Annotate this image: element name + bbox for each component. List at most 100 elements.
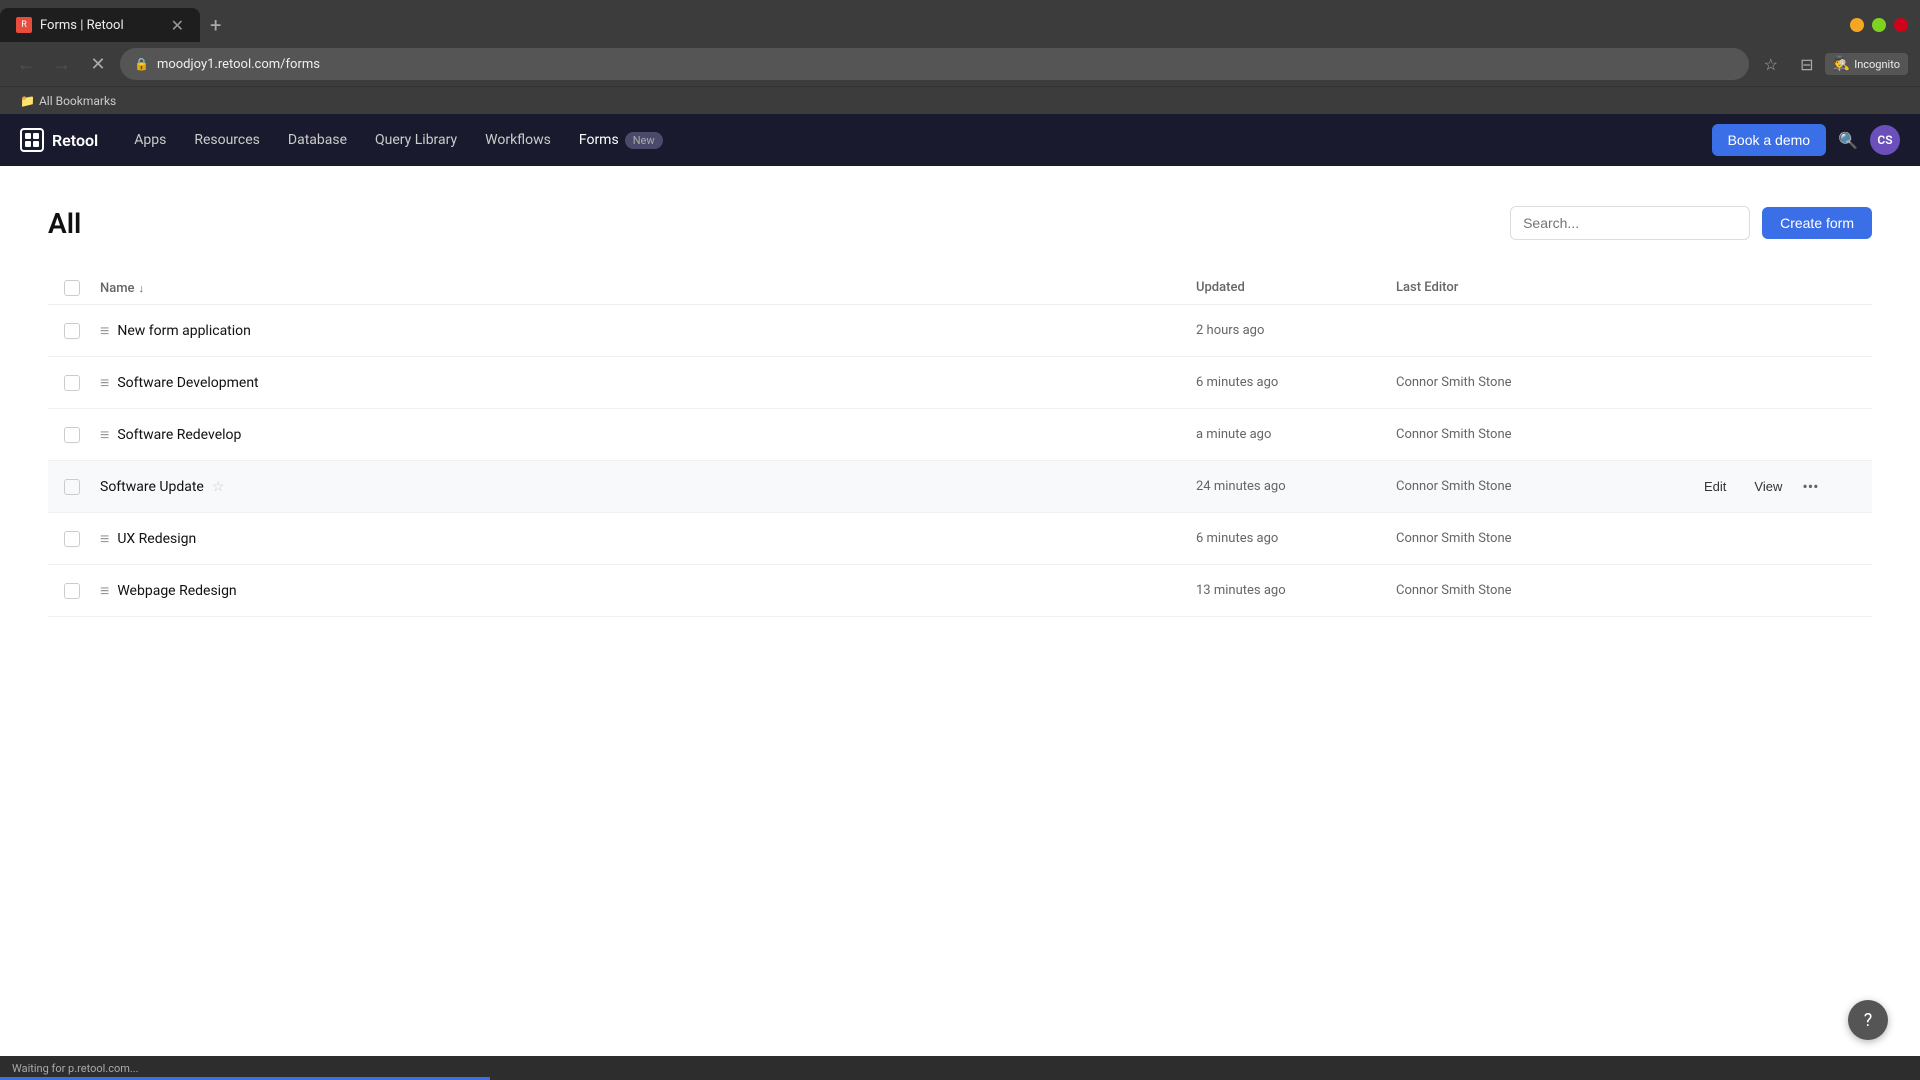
reload-button[interactable]: ✕	[84, 50, 112, 78]
status-text: Waiting for p.retool.com...	[12, 1062, 139, 1075]
forward-button[interactable]: →	[48, 50, 76, 78]
nav-database[interactable]: Database	[276, 126, 359, 154]
main-content: All Create form Name ↓ Updated Last Edit…	[0, 166, 1920, 657]
row-checkbox[interactable]	[64, 531, 80, 547]
restore-button[interactable]: □	[1872, 18, 1886, 32]
incognito-badge: 🕵 Incognito	[1825, 53, 1908, 75]
logo-text: Retool	[52, 131, 98, 150]
tab-title: Forms | Retool	[40, 18, 124, 33]
row-checkbox-cell	[64, 323, 100, 339]
last-editor-column-header: Last Editor	[1396, 280, 1696, 296]
form-name-text: UX Redesign	[117, 531, 196, 547]
forms-table: Name ↓ Updated Last Editor ≡ New form ap…	[48, 272, 1872, 617]
row-checkbox[interactable]	[64, 479, 80, 495]
name-column-header[interactable]: Name ↓	[100, 280, 1196, 296]
form-name-text: Software Development	[117, 375, 258, 391]
row-checkbox[interactable]	[64, 323, 80, 339]
address-bar[interactable]: 🔒 moodjoy1.retool.com/forms	[120, 48, 1749, 80]
row-checkbox-cell	[64, 583, 100, 599]
tab-close-button[interactable]: ✕	[171, 16, 184, 35]
form-name-cell: ≡ UX Redesign	[100, 529, 1196, 549]
updated-column-header: Updated	[1196, 280, 1396, 296]
create-form-button[interactable]: Create form	[1762, 207, 1872, 239]
retool-logo[interactable]: Retool	[20, 128, 98, 152]
close-button[interactable]: ✕	[1894, 18, 1908, 32]
header-right: Book a demo 🔍 CS	[1712, 124, 1900, 156]
help-button[interactable]: ?	[1848, 1000, 1888, 1040]
bookmark-button[interactable]: ☆	[1757, 50, 1785, 78]
browser-tabs: R Forms | Retool ✕ + — □ ✕	[0, 0, 1920, 42]
form-list-icon: ≡	[100, 321, 109, 341]
header-actions: Create form	[1510, 206, 1872, 240]
new-tab-button[interactable]: +	[200, 13, 231, 37]
table-row[interactable]: ≡ New form application 2 hours ago	[48, 305, 1872, 357]
tab-favicon: R	[16, 17, 32, 33]
form-name-text: Software Redevelop	[117, 427, 241, 443]
more-options-button[interactable]: •••	[1802, 477, 1818, 496]
table-row[interactable]: ≡ Software Redevelop a minute ago Connor…	[48, 409, 1872, 461]
url-text: moodjoy1.retool.com/forms	[157, 57, 1735, 72]
name-column-label: Name	[100, 281, 135, 296]
row-actions: Edit View •••	[1696, 475, 1856, 498]
lock-icon: 🔒	[134, 57, 149, 71]
browser-extensions: ⊟ 🕵 Incognito	[1793, 50, 1908, 78]
form-name-cell: ≡ New form application	[100, 321, 1196, 341]
main-navigation: Apps Resources Database Query Library Wo…	[122, 126, 1687, 155]
form-list-icon: ≡	[100, 581, 109, 601]
select-all-checkbox[interactable]	[64, 280, 80, 296]
last-editor: Connor Smith Stone	[1396, 479, 1696, 494]
form-name-cell: Software Update ☆	[100, 479, 1196, 495]
updated-time: 13 minutes ago	[1196, 583, 1396, 598]
updated-time: 24 minutes ago	[1196, 479, 1396, 494]
minimize-button[interactable]: —	[1850, 18, 1864, 32]
updated-time: 6 minutes ago	[1196, 531, 1396, 546]
row-checkbox[interactable]	[64, 427, 80, 443]
last-editor: Connor Smith Stone	[1396, 427, 1696, 442]
logo-icon	[20, 128, 44, 152]
edit-button[interactable]: Edit	[1696, 475, 1734, 498]
star-icon[interactable]: ☆	[212, 479, 225, 495]
form-list-icon: ≡	[100, 529, 109, 549]
page-title: All	[48, 207, 81, 240]
browser-toolbar: ← → ✕ 🔒 moodjoy1.retool.com/forms ☆ ⊟ 🕵 …	[0, 42, 1920, 86]
table-row[interactable]: ≡ Software Development 6 minutes ago Con…	[48, 357, 1872, 409]
view-button[interactable]: View	[1746, 475, 1790, 498]
table-row[interactable]: ≡ UX Redesign 6 minutes ago Connor Smith…	[48, 513, 1872, 565]
window-controls: — □ ✕	[1850, 18, 1920, 32]
form-name-cell: ≡ Software Development	[100, 373, 1196, 393]
user-avatar[interactable]: CS	[1870, 125, 1900, 155]
book-demo-button[interactable]: Book a demo	[1712, 124, 1827, 156]
form-name-text: Software Update	[100, 479, 204, 495]
last-editor: Connor Smith Stone	[1396, 583, 1696, 598]
nav-resources[interactable]: Resources	[182, 126, 272, 154]
updated-time: 2 hours ago	[1196, 323, 1396, 338]
active-tab[interactable]: R Forms | Retool ✕	[0, 8, 200, 42]
actions-column-header	[1696, 280, 1856, 296]
nav-query-library[interactable]: Query Library	[363, 126, 469, 154]
global-search-button[interactable]: 🔍	[1838, 131, 1858, 150]
nav-apps[interactable]: Apps	[122, 126, 178, 154]
nav-forms[interactable]: Forms New	[567, 126, 675, 155]
search-input[interactable]	[1510, 206, 1750, 240]
row-checkbox[interactable]	[64, 583, 80, 599]
nav-workflows[interactable]: Workflows	[473, 126, 563, 154]
all-bookmarks-item[interactable]: 📁 All Bookmarks	[12, 92, 124, 110]
form-list-icon: ≡	[100, 373, 109, 393]
page-header: All Create form	[48, 206, 1872, 240]
table-header: Name ↓ Updated Last Editor	[48, 272, 1872, 305]
row-checkbox-cell	[64, 427, 100, 443]
row-checkbox-cell	[64, 531, 100, 547]
table-row[interactable]: ≡ Webpage Redesign 13 minutes ago Connor…	[48, 565, 1872, 617]
incognito-label: Incognito	[1854, 58, 1900, 71]
last-editor: Connor Smith Stone	[1396, 375, 1696, 390]
form-name-text: New form application	[117, 323, 251, 339]
forms-label: Forms	[579, 132, 619, 148]
updated-time: 6 minutes ago	[1196, 375, 1396, 390]
row-checkbox[interactable]	[64, 375, 80, 391]
form-name-cell: ≡ Webpage Redesign	[100, 581, 1196, 601]
back-button[interactable]: ←	[12, 50, 40, 78]
updated-time: a minute ago	[1196, 427, 1396, 442]
table-row[interactable]: Software Update ☆ 24 minutes ago Connor …	[48, 461, 1872, 513]
forms-new-badge: New	[625, 132, 663, 149]
layout-button[interactable]: ⊟	[1793, 50, 1821, 78]
